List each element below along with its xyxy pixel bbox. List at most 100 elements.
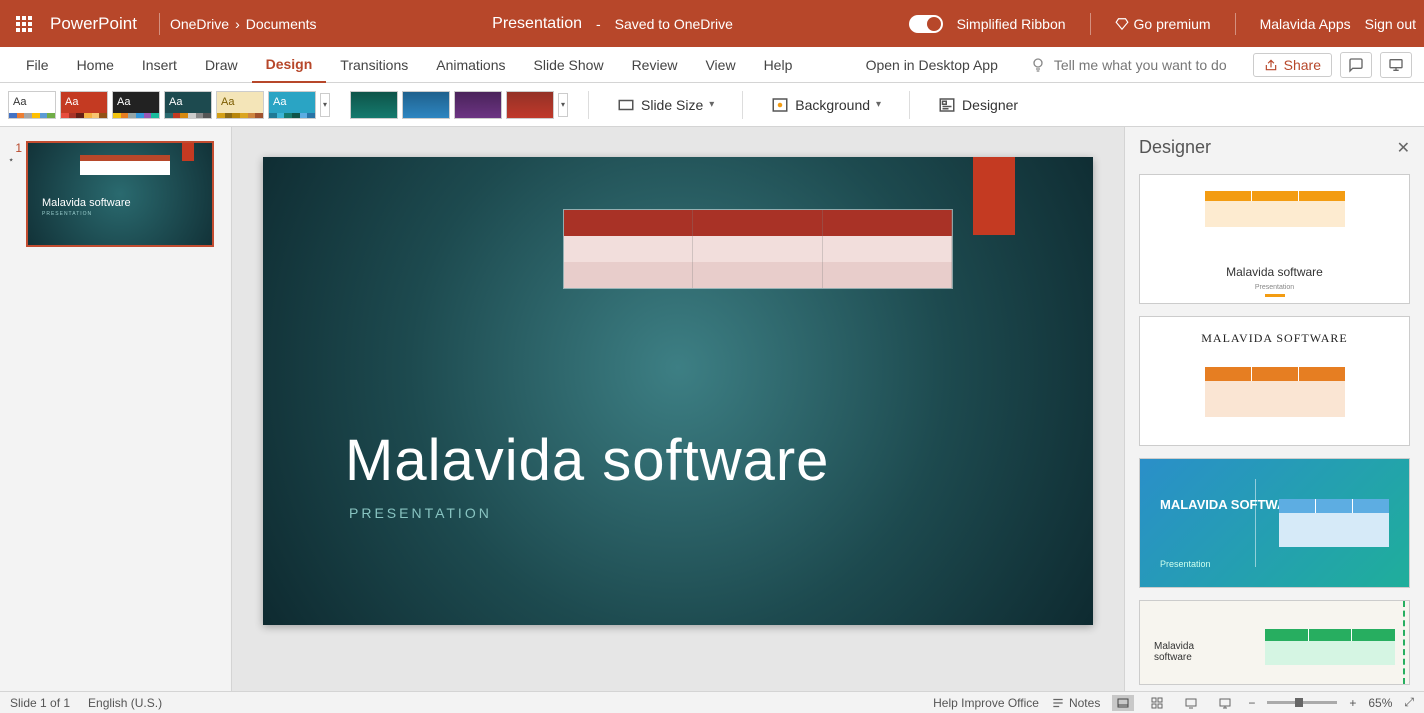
- slide-size-icon: [617, 96, 635, 114]
- thumb-subtitle: PRESENTATION: [42, 211, 92, 217]
- present-button[interactable]: [1380, 52, 1412, 78]
- tab-help[interactable]: Help: [750, 47, 807, 83]
- slide-number: 1: [8, 141, 22, 155]
- slide-subtitle[interactable]: PRESENTATION: [349, 505, 492, 521]
- tab-transitions[interactable]: Transitions: [326, 47, 422, 83]
- tab-slideshow[interactable]: Slide Show: [520, 47, 618, 83]
- reading-view-icon: [1184, 697, 1198, 709]
- slide-counter[interactable]: Slide 1 of 1: [10, 696, 70, 710]
- separator: [588, 91, 589, 119]
- fit-to-window-button[interactable]: ⤢: [1404, 695, 1414, 710]
- tab-home[interactable]: Home: [63, 47, 128, 83]
- breadcrumb-item[interactable]: Documents: [246, 16, 317, 32]
- background-button[interactable]: Background ▾: [763, 92, 889, 118]
- simplified-ribbon-label: Simplified Ribbon: [957, 16, 1066, 32]
- design-suggestion[interactable]: Malavida software Presentation: [1139, 174, 1410, 304]
- go-premium-button[interactable]: Go premium: [1115, 16, 1211, 32]
- save-status: Saved to OneDrive: [615, 16, 733, 32]
- lightbulb-icon: [1030, 57, 1046, 73]
- slide-thumbnail[interactable]: Malavida software PRESENTATION: [26, 141, 214, 247]
- zoom-level[interactable]: 65%: [1368, 696, 1392, 710]
- notes-icon: [1051, 696, 1065, 710]
- design-suggestion[interactable]: MALAVIDA SOFTWARE Presentation: [1139, 458, 1410, 588]
- variant-more-button[interactable]: ▾: [558, 93, 568, 117]
- dash: -: [596, 16, 601, 32]
- main-area: 1 ⋆ Malavida software PRESENTATION Malav…: [0, 127, 1424, 691]
- app-name: PowerPoint: [50, 14, 137, 34]
- designer-button[interactable]: Designer: [930, 92, 1026, 118]
- tab-insert[interactable]: Insert: [128, 47, 191, 83]
- animation-indicator-icon: ⋆: [8, 155, 22, 166]
- status-bar: Slide 1 of 1 English (U.S.) Help Improve…: [0, 691, 1424, 713]
- account-name[interactable]: Malavida Apps: [1260, 16, 1351, 32]
- title-bar: PowerPoint OneDrive › Documents Presenta…: [0, 0, 1424, 47]
- tab-design[interactable]: Design: [252, 47, 327, 83]
- breadcrumb[interactable]: OneDrive › Documents: [170, 16, 317, 32]
- chevron-right-icon: ›: [235, 16, 240, 32]
- theme-more-button[interactable]: ▾: [320, 93, 330, 117]
- thumbnail-panel: 1 ⋆ Malavida software PRESENTATION: [0, 127, 232, 691]
- normal-view-button[interactable]: [1112, 695, 1134, 711]
- tab-view[interactable]: View: [691, 47, 749, 83]
- breadcrumb-item[interactable]: OneDrive: [170, 16, 229, 32]
- slide[interactable]: Malavida software PRESENTATION: [263, 157, 1093, 625]
- present-icon: [1388, 57, 1404, 73]
- design-suggestion[interactable]: MALAVIDA SOFTWARE: [1139, 316, 1410, 446]
- variant-swatch[interactable]: [454, 91, 502, 119]
- comment-icon: [1348, 57, 1364, 73]
- theme-swatch[interactable]: Aa: [216, 91, 264, 119]
- sorter-view-button[interactable]: [1146, 695, 1168, 711]
- divider: [159, 13, 160, 35]
- design-suggestion[interactable]: Malavida software: [1139, 600, 1410, 685]
- sign-out-link[interactable]: Sign out: [1365, 16, 1416, 32]
- slideshow-view-button[interactable]: [1214, 695, 1236, 711]
- theme-swatch[interactable]: Aa: [268, 91, 316, 119]
- slide-canvas-area[interactable]: Malavida software PRESENTATION: [232, 127, 1124, 691]
- chevron-down-icon: ▾: [876, 99, 881, 110]
- variant-swatch[interactable]: [350, 91, 398, 119]
- sorter-view-icon: [1150, 697, 1164, 709]
- document-name[interactable]: Presentation: [492, 15, 582, 33]
- share-button[interactable]: Share: [1253, 53, 1332, 77]
- tab-animations[interactable]: Animations: [422, 47, 519, 83]
- theme-swatch[interactable]: Aa: [8, 91, 56, 119]
- tab-review[interactable]: Review: [618, 47, 692, 83]
- zoom-slider[interactable]: [1267, 701, 1337, 704]
- ribbon: Aa Aa Aa Aa Aa Aa ▾ ▾: [0, 83, 1424, 127]
- designer-panel-title: Designer: [1139, 137, 1211, 158]
- slide-title[interactable]: Malavida software: [345, 427, 829, 494]
- tell-me-search[interactable]: Tell me what you want to do: [1016, 57, 1241, 73]
- chevron-down-icon: ▾: [709, 99, 714, 110]
- simplified-ribbon-toggle[interactable]: [909, 15, 943, 33]
- normal-view-icon: [1116, 697, 1130, 709]
- card-title: MALAVIDA SOFTWARE: [1140, 331, 1409, 346]
- background-icon: [771, 96, 789, 114]
- designer-suggestions-list[interactable]: Malavida software Presentation MALAVIDA …: [1125, 168, 1424, 691]
- slide-table[interactable]: [563, 209, 953, 289]
- variant-gallery: ▾: [350, 91, 568, 119]
- app-launcher-icon[interactable]: [8, 8, 40, 40]
- separator: [909, 91, 910, 119]
- notes-button[interactable]: Notes: [1051, 696, 1100, 710]
- help-improve-link[interactable]: Help Improve Office: [933, 696, 1039, 710]
- card-subtitle: Presentation: [1140, 284, 1409, 291]
- variant-swatch[interactable]: [402, 91, 450, 119]
- close-icon[interactable]: ✕: [1397, 138, 1410, 158]
- tabs-bar: File Home Insert Draw Design Transitions…: [0, 47, 1424, 83]
- comments-button[interactable]: [1340, 52, 1372, 78]
- zoom-out-button[interactable]: −: [1248, 696, 1255, 710]
- card-title: Malavida software: [1154, 641, 1214, 663]
- tab-file[interactable]: File: [12, 47, 63, 83]
- theme-swatch[interactable]: Aa: [112, 91, 160, 119]
- reading-view-button[interactable]: [1180, 695, 1202, 711]
- zoom-in-button[interactable]: +: [1349, 696, 1356, 710]
- tab-draw[interactable]: Draw: [191, 47, 252, 83]
- theme-swatch[interactable]: Aa: [164, 91, 212, 119]
- open-in-desktop-button[interactable]: Open in Desktop App: [848, 57, 1016, 73]
- slide-size-button[interactable]: Slide Size ▾: [609, 92, 722, 118]
- designer-icon: [938, 96, 956, 114]
- language-indicator[interactable]: English (U.S.): [88, 696, 162, 710]
- theme-swatch[interactable]: Aa: [60, 91, 108, 119]
- variant-swatch[interactable]: [506, 91, 554, 119]
- slide-accent-shape[interactable]: [973, 157, 1015, 235]
